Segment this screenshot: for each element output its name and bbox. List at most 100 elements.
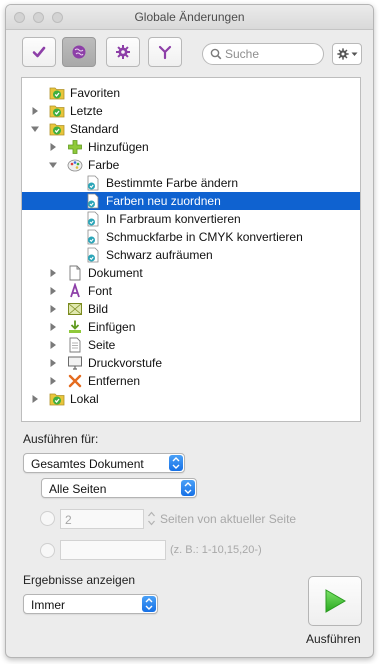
favorites-filter-button[interactable] bbox=[22, 37, 56, 67]
disclosure-right-icon[interactable] bbox=[48, 358, 58, 368]
tree-item[interactable]: Font bbox=[22, 282, 360, 300]
workflow-filter-button[interactable] bbox=[148, 37, 182, 67]
tree-item-label: Seite bbox=[88, 338, 116, 352]
show-results-label: Ergebnisse anzeigen bbox=[23, 573, 136, 587]
tree-item-label: Font bbox=[88, 284, 113, 298]
tree-item[interactable]: Hinzufügen bbox=[22, 138, 360, 156]
page-range-radio[interactable] bbox=[40, 543, 55, 558]
tree-item[interactable]: Dokument bbox=[22, 264, 360, 282]
disclosure-right-icon[interactable] bbox=[30, 106, 40, 116]
page-range-hint: (z. B.: 1-10,15,20-) bbox=[170, 544, 262, 556]
palette-icon bbox=[67, 159, 83, 172]
play-icon bbox=[325, 589, 346, 613]
disclosure-right-icon[interactable] bbox=[48, 286, 58, 296]
image-icon bbox=[68, 303, 82, 315]
document-icon bbox=[69, 265, 81, 281]
checkmark-icon bbox=[32, 46, 46, 58]
popup-stepper-icon bbox=[142, 596, 156, 612]
scope-value: Gesamtes Dokument bbox=[31, 457, 144, 471]
globe-icon bbox=[72, 45, 86, 59]
run-button-label: Ausführen bbox=[306, 632, 361, 646]
tree-item-label: Hinzufügen bbox=[88, 140, 149, 154]
monitor-icon bbox=[68, 356, 82, 370]
show-results-popup[interactable]: Immer bbox=[23, 594, 158, 614]
disclosure-right-icon[interactable] bbox=[48, 268, 58, 278]
tree-item[interactable]: Entfernen bbox=[22, 372, 360, 390]
font-icon bbox=[70, 283, 80, 298]
tree-item[interactable]: Seite bbox=[22, 336, 360, 354]
tree-item[interactable]: Farbe bbox=[22, 156, 360, 174]
document-action-icon bbox=[87, 229, 99, 245]
window-title: Globale Änderungen bbox=[134, 10, 245, 24]
tree-item-label: Schwarz aufräumen bbox=[106, 248, 213, 262]
popup-stepper-icon bbox=[169, 455, 183, 471]
relative-pages-suffix: Seiten von aktueller Seite bbox=[160, 512, 297, 526]
tree-item[interactable]: Bild bbox=[22, 300, 360, 318]
global-filter-button[interactable] bbox=[62, 37, 96, 67]
disclosure-right-icon[interactable] bbox=[30, 394, 40, 404]
page-icon bbox=[69, 337, 81, 353]
scope-popup[interactable]: Gesamtes Dokument bbox=[23, 453, 185, 473]
tree-item-label: Lokal bbox=[70, 392, 99, 406]
tree-item[interactable]: Favoriten bbox=[22, 84, 360, 102]
relative-count-field[interactable]: 2 bbox=[60, 509, 144, 529]
tree-item[interactable]: Bestimmte Farbe ändern bbox=[22, 174, 360, 192]
tree-item-label: In Farbraum konvertieren bbox=[106, 212, 241, 226]
search-field[interactable] bbox=[202, 43, 324, 65]
tree-item[interactable]: Einfügen bbox=[22, 318, 360, 336]
action-menu-button[interactable] bbox=[332, 43, 362, 65]
run-button[interactable] bbox=[308, 576, 362, 626]
disclosure-right-icon[interactable] bbox=[48, 304, 58, 314]
global-changes-window: Globale Änderungen Suche Favoriten Letzt… bbox=[5, 4, 374, 658]
plus-icon bbox=[68, 140, 82, 154]
insert-icon bbox=[69, 320, 81, 333]
tree-item[interactable]: Letzte bbox=[22, 102, 360, 120]
folder-green-icon bbox=[49, 105, 65, 118]
title-bar: Globale Änderungen bbox=[6, 5, 373, 30]
pages-value: Alle Seiten bbox=[49, 482, 107, 496]
disclosure-down-icon[interactable] bbox=[48, 160, 58, 170]
gear-icon bbox=[116, 45, 130, 59]
folder-green-icon bbox=[49, 123, 65, 136]
settings-filter-button[interactable] bbox=[106, 37, 140, 67]
gear-icon bbox=[336, 48, 349, 60]
tree-item[interactable]: Druckvorstufe bbox=[22, 354, 360, 372]
document-action-icon bbox=[87, 193, 99, 209]
tree-item[interactable]: Lokal bbox=[22, 390, 360, 408]
document-action-icon bbox=[87, 211, 99, 227]
tree-item-label: Entfernen bbox=[88, 374, 141, 388]
folder-green-icon bbox=[49, 393, 65, 406]
disclosure-right-icon[interactable] bbox=[48, 322, 58, 332]
tree-item-label: Standard bbox=[70, 122, 119, 136]
pages-popup[interactable]: Alle Seiten bbox=[41, 478, 197, 498]
popup-stepper-icon bbox=[181, 480, 195, 496]
document-action-icon bbox=[87, 247, 99, 263]
tree-item-label: Druckvorstufe bbox=[88, 356, 163, 370]
tree-item[interactable]: Schmuckfarbe in CMYK konvertieren bbox=[22, 228, 360, 246]
relative-pages-radio[interactable] bbox=[40, 511, 55, 526]
disclosure-right-icon[interactable] bbox=[48, 340, 58, 350]
document-action-icon bbox=[87, 175, 99, 191]
disclosure-right-icon[interactable] bbox=[48, 142, 58, 152]
disclosure-down-icon[interactable] bbox=[30, 124, 40, 134]
tree-item[interactable]: Farben neu zuordnen bbox=[22, 192, 360, 210]
search-input[interactable] bbox=[225, 45, 317, 63]
fork-icon bbox=[158, 45, 172, 60]
tree-item-label: Bestimmte Farbe ändern bbox=[106, 176, 239, 190]
page-range-field[interactable] bbox=[60, 540, 166, 560]
tree-item-label: Dokument bbox=[88, 266, 143, 280]
chevron-down-icon bbox=[351, 52, 357, 56]
tree-item-label: Favoriten bbox=[70, 86, 121, 100]
folder-green-icon bbox=[49, 87, 65, 100]
tree-item-label: Farbe bbox=[88, 158, 120, 172]
tree-item-label: Farben neu zuordnen bbox=[106, 194, 221, 208]
tree-item[interactable]: Schwarz aufräumen bbox=[22, 246, 360, 264]
tree-item-label: Bild bbox=[88, 302, 109, 316]
tree-item[interactable]: In Farbraum konvertieren bbox=[22, 210, 360, 228]
tree-item-label: Letzte bbox=[70, 104, 103, 118]
action-tree[interactable]: Favoriten Letzte Standard Hinzufügen Farbe Be… bbox=[21, 77, 361, 422]
run-for-label: Ausführen für: bbox=[23, 432, 99, 446]
disclosure-right-icon[interactable] bbox=[48, 376, 58, 386]
tree-item[interactable]: Standard bbox=[22, 120, 360, 138]
count-stepper-icon[interactable] bbox=[147, 510, 156, 527]
